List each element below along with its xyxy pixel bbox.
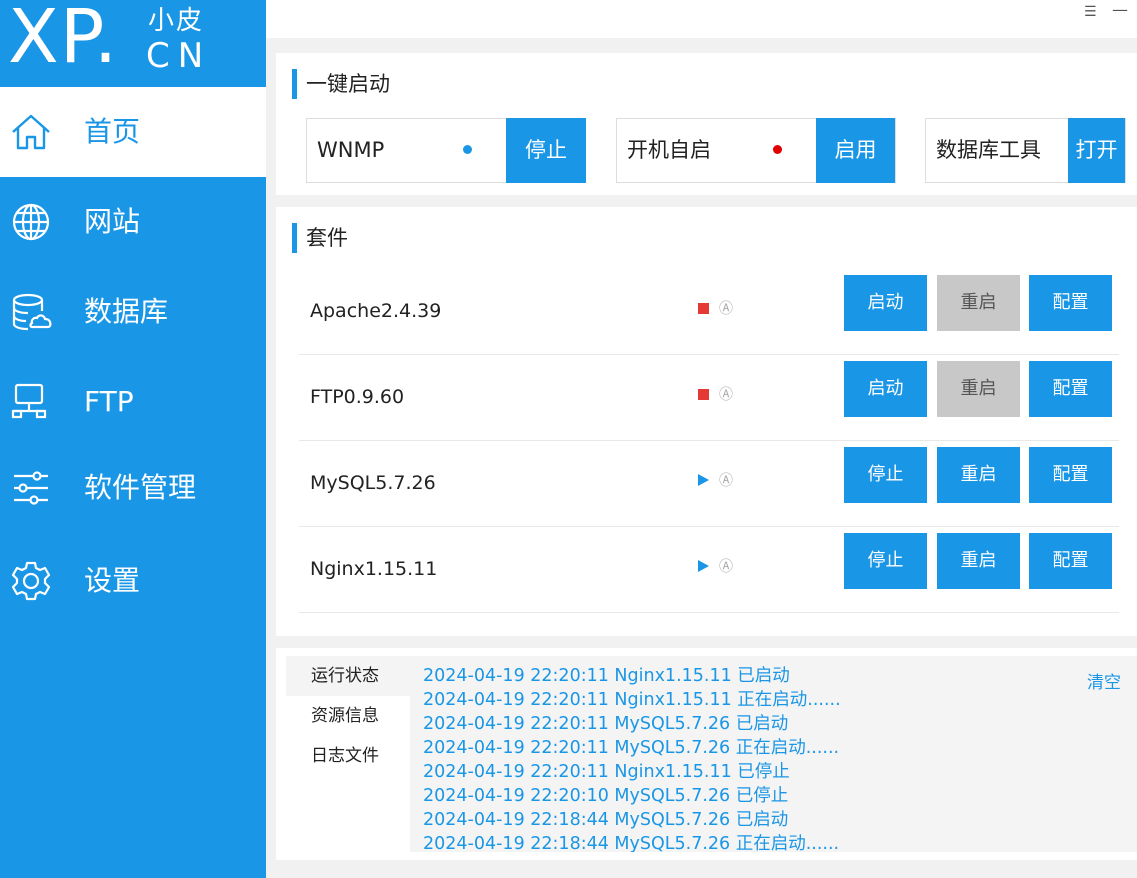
log-line: 2024-04-19 22:20:11 MySQL5.7.26 正在启动....… xyxy=(423,738,840,758)
sidebar-item-website[interactable]: 网站 xyxy=(0,177,266,267)
title-bar: ☰ — xyxy=(266,0,1137,38)
logo: XP. 小皮 CN xyxy=(0,0,266,86)
service-name: Nginx1.15.11 xyxy=(310,558,438,580)
service-name: Apache2.4.39 xyxy=(310,300,442,322)
clear-log-button[interactable]: 清空 xyxy=(1087,668,1121,693)
log-line: 2024-04-19 22:20:11 MySQL5.7.26 已启动 xyxy=(423,714,789,734)
sidebar-item-database[interactable]: 数据库 xyxy=(0,267,266,357)
db-tool-open-button[interactable]: 打开 xyxy=(1068,118,1125,183)
running-status-icon xyxy=(698,474,709,486)
log-output[interactable]: 2024-04-19 22:20:11 Nginx1.15.11 已启动 202… xyxy=(410,656,1137,852)
auto-start-icon[interactable]: Ⓐ xyxy=(719,470,733,490)
log-line: 2024-04-19 22:18:44 MySQL5.7.26 正在启动....… xyxy=(423,834,840,852)
suite-panel: 套件 Apache2.4.39 Ⓐ 启动 重启 配置 FTP0.9.60 Ⓐ 启… xyxy=(276,207,1137,636)
tab-log-files[interactable]: 日志文件 xyxy=(286,736,410,776)
start-button[interactable]: 启动 xyxy=(844,275,927,331)
logo-text: XP. xyxy=(8,0,119,80)
wnmp-label: WNMP xyxy=(317,138,385,162)
sidebar-item-label: 首页 xyxy=(84,115,141,148)
oneclick-panel: 一键启动 WNMP 停止 开机自启 启用 数据库工具 打开 xyxy=(276,53,1137,195)
sidebar-item-label: 数据库 xyxy=(84,295,169,328)
restart-button[interactable]: 重启 xyxy=(937,533,1020,589)
service-name: FTP0.9.60 xyxy=(310,386,405,408)
running-status-icon xyxy=(698,560,709,572)
config-button[interactable]: 配置 xyxy=(1029,275,1112,331)
log-line: 2024-04-19 22:20:11 Nginx1.15.11 已启动 xyxy=(423,666,790,686)
auto-start-icon[interactable]: Ⓐ xyxy=(719,384,733,404)
stopped-status-icon xyxy=(698,303,709,314)
auto-start-icon[interactable]: Ⓐ xyxy=(719,298,733,318)
autostart-enable-button[interactable]: 启用 xyxy=(816,118,895,183)
restart-button[interactable]: 重启 xyxy=(937,275,1020,331)
autostart-box: 开机自启 启用 xyxy=(616,118,896,183)
table-row: Apache2.4.39 Ⓐ 启动 重启 配置 xyxy=(299,268,1119,355)
gear-icon xyxy=(11,561,51,601)
auto-start-icon[interactable]: Ⓐ xyxy=(719,556,733,576)
stop-button[interactable]: 停止 xyxy=(844,447,927,503)
panel-title: 一键启动 xyxy=(292,69,390,99)
log-line: 2024-04-19 22:18:44 MySQL5.7.26 已启动 xyxy=(423,810,789,830)
ftp-server-icon xyxy=(11,383,47,419)
config-button[interactable]: 配置 xyxy=(1029,533,1112,589)
globe-icon xyxy=(12,203,50,241)
logo-subtitle: 小皮 xyxy=(148,6,205,36)
minimize-icon[interactable]: — xyxy=(1112,0,1128,19)
stopped-status-icon xyxy=(698,389,709,400)
start-button[interactable]: 启动 xyxy=(844,361,927,417)
sidebar: XP. 小皮 CN 首页 网站 数据库 FTP 软件管理 设置 xyxy=(0,0,266,878)
sidebar-item-software[interactable]: 软件管理 xyxy=(0,443,266,533)
log-line: 2024-04-19 22:20:11 Nginx1.15.11 已停止 xyxy=(423,762,790,782)
sidebar-item-settings[interactable]: 设置 xyxy=(0,536,266,626)
panel-title: 套件 xyxy=(292,223,348,253)
table-row: FTP0.9.60 Ⓐ 启动 重启 配置 xyxy=(299,354,1119,441)
wnmp-stop-button[interactable]: 停止 xyxy=(506,118,586,183)
log-line: 2024-04-19 22:20:10 MySQL5.7.26 已停止 xyxy=(423,786,789,806)
autostart-label: 开机自启 xyxy=(627,138,711,162)
wnmp-box: WNMP 停止 xyxy=(306,118,586,183)
service-name: MySQL5.7.26 xyxy=(310,472,436,494)
sidebar-item-label: 软件管理 xyxy=(84,471,197,504)
db-tool-box: 数据库工具 打开 xyxy=(925,118,1126,183)
tab-resource-info[interactable]: 资源信息 xyxy=(286,696,410,736)
home-icon xyxy=(12,114,50,150)
autostart-status-dot xyxy=(773,145,782,154)
restart-button[interactable]: 重启 xyxy=(937,447,1020,503)
tab-run-status[interactable]: 运行状态 xyxy=(286,656,410,696)
sidebar-item-home[interactable]: 首页 xyxy=(0,87,266,177)
config-button[interactable]: 配置 xyxy=(1029,361,1112,417)
logo-domain: CN xyxy=(146,36,212,76)
sidebar-item-label: 网站 xyxy=(84,205,141,238)
database-icon xyxy=(12,293,52,331)
table-row: MySQL5.7.26 Ⓐ 停止 重启 配置 xyxy=(299,440,1119,527)
config-button[interactable]: 配置 xyxy=(1029,447,1112,503)
restart-button[interactable]: 重启 xyxy=(937,361,1020,417)
sidebar-item-label: FTP xyxy=(84,385,134,418)
wnmp-status-dot xyxy=(463,145,472,154)
log-panel: 运行状态 资源信息 日志文件 2024-04-19 22:20:11 Nginx… xyxy=(276,648,1137,860)
table-row: Nginx1.15.11 Ⓐ 停止 重启 配置 xyxy=(299,526,1119,613)
menu-icon[interactable]: ☰ xyxy=(1084,4,1097,20)
db-tool-label: 数据库工具 xyxy=(936,138,1041,162)
stop-button[interactable]: 停止 xyxy=(844,533,927,589)
log-line: 2024-04-19 22:20:11 Nginx1.15.11 正在启动...… xyxy=(423,690,841,710)
log-tabs: 运行状态 资源信息 日志文件 xyxy=(286,656,410,852)
sidebar-item-ftp[interactable]: FTP xyxy=(0,357,266,447)
sidebar-item-label: 设置 xyxy=(84,564,141,597)
sliders-icon xyxy=(14,471,48,505)
